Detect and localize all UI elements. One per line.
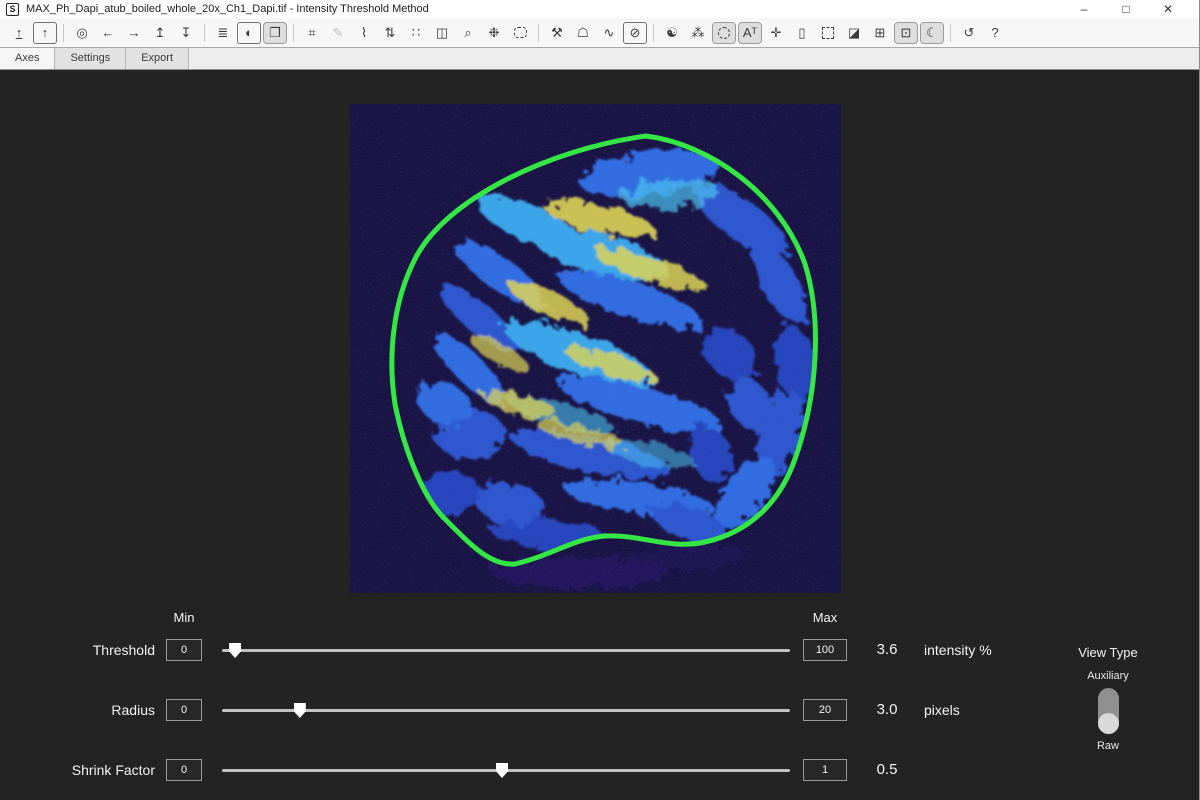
min-header: Min bbox=[166, 610, 202, 625]
pan-up-icon[interactable]: ↥ bbox=[148, 22, 172, 44]
radius-slider-track[interactable] bbox=[222, 709, 790, 712]
radius-value: 3.0 bbox=[860, 701, 914, 718]
shrink-factor-row: Shrink Factor 0 1 0.5 bbox=[0, 759, 1199, 783]
tab-axes[interactable]: Axes bbox=[0, 48, 55, 69]
image-icon[interactable]: ◪ bbox=[842, 22, 866, 44]
pencil-icon: ✎ bbox=[326, 22, 350, 44]
window-title: MAX_Ph_Dapi_atub_boiled_whole_20x_Ch1_Da… bbox=[26, 3, 1063, 15]
toolbar-separator bbox=[538, 24, 539, 42]
crop-icon[interactable]: ⌗ bbox=[300, 22, 324, 44]
view-type-toggle[interactable] bbox=[1098, 688, 1119, 734]
threshold-value: 3.6 bbox=[860, 641, 914, 658]
particles-icon[interactable]: ∷ bbox=[404, 22, 428, 44]
radius-label: Radius bbox=[20, 702, 155, 718]
shield-icon[interactable]: ☖ bbox=[571, 22, 595, 44]
minimize-button[interactable]: – bbox=[1063, 0, 1105, 18]
threshold-max-box[interactable]: 100 bbox=[803, 639, 847, 661]
paperclip-icon[interactable]: ⌇ bbox=[352, 22, 376, 44]
tab-bar: Axes Settings Export bbox=[0, 48, 1199, 70]
rect-select-icon[interactable] bbox=[816, 22, 840, 44]
shrink-factor-min-box[interactable]: 0 bbox=[166, 759, 202, 781]
view-type-auxiliary-label: Auxiliary bbox=[1048, 670, 1168, 682]
shrink-factor-max-box[interactable]: 1 bbox=[803, 759, 847, 781]
pixel-box-icon[interactable]: ⊡ bbox=[894, 22, 918, 44]
toolbar-separator bbox=[293, 24, 294, 42]
pan-right-icon[interactable]: → bbox=[122, 22, 146, 44]
toolbar-separator bbox=[950, 24, 951, 42]
ruler-icon[interactable]: ▯ bbox=[790, 22, 814, 44]
title-bar: S MAX_Ph_Dapi_atub_boiled_whole_20x_Ch1_… bbox=[0, 0, 1199, 18]
slider-handle[interactable] bbox=[496, 763, 508, 778]
tab-settings[interactable]: Settings bbox=[55, 48, 126, 69]
window-view-icon[interactable]: ❐ bbox=[263, 22, 287, 44]
toolbar-separator bbox=[63, 24, 64, 42]
night-mode-icon[interactable]: ☾ bbox=[920, 22, 944, 44]
radius-max-box[interactable]: 20 bbox=[803, 699, 847, 721]
tools-icon[interactable]: ⚒ bbox=[545, 22, 569, 44]
threshold-row: Threshold 0 100 3.6 intensity % bbox=[0, 639, 1199, 663]
tab-export[interactable]: Export bbox=[126, 48, 189, 69]
maximize-button[interactable]: □ bbox=[1105, 0, 1147, 18]
sort-arrows-icon[interactable]: ⇅ bbox=[378, 22, 402, 44]
shrink-factor-value: 0.5 bbox=[860, 761, 914, 778]
radius-row: Radius 0 20 3.0 pixels bbox=[0, 699, 1199, 723]
main-panel: Min Max Threshold 0 100 3.6 intensity % … bbox=[0, 70, 1199, 800]
toolbar-separator bbox=[204, 24, 205, 42]
max-header: Max bbox=[803, 610, 847, 625]
microscopy-image[interactable] bbox=[350, 104, 841, 593]
view-type-title: View Type bbox=[1048, 645, 1168, 660]
compass-icon[interactable]: ◎ bbox=[70, 22, 94, 44]
contrast-icon[interactable]: ◐ bbox=[237, 22, 261, 44]
close-button[interactable]: ✕ bbox=[1147, 0, 1189, 18]
histogram-bracket-icon[interactable]: ◫ bbox=[430, 22, 454, 44]
help-icon[interactable]: ? bbox=[983, 22, 1007, 44]
toolbar-separator bbox=[653, 24, 654, 42]
palette-icon[interactable]: ☯ bbox=[660, 22, 684, 44]
view-type-raw-label: Raw bbox=[1048, 740, 1168, 752]
null-box-icon[interactable]: ⊘ bbox=[623, 22, 647, 44]
app-window: S MAX_Ph_Dapi_atub_boiled_whole_20x_Ch1_… bbox=[0, 0, 1200, 800]
save-boxed-icon[interactable]: ↑ bbox=[33, 22, 57, 44]
signal-icon[interactable]: ∿ bbox=[597, 22, 621, 44]
undo-icon[interactable]: ↺ bbox=[957, 22, 981, 44]
slider-handle[interactable] bbox=[229, 643, 241, 658]
shrink-factor-label: Shrink Factor bbox=[20, 762, 155, 778]
zoom-region-icon[interactable]: ⌕ bbox=[456, 22, 480, 44]
rgb-channels-icon[interactable]: ⁂ bbox=[686, 22, 710, 44]
threshold-unit: intensity % bbox=[924, 642, 992, 658]
threshold-min-box[interactable]: 0 bbox=[166, 639, 202, 661]
pan-left-icon[interactable]: ← bbox=[96, 22, 120, 44]
threshold-slider-track[interactable] bbox=[222, 649, 790, 652]
radius-min-box[interactable]: 0 bbox=[166, 699, 202, 721]
pan-down-icon[interactable]: ↧ bbox=[174, 22, 198, 44]
threshold-label: Threshold bbox=[20, 642, 155, 658]
slider-handle[interactable] bbox=[294, 703, 306, 718]
crosshair-icon[interactable]: ✛ bbox=[764, 22, 788, 44]
view-type-toggle-knob[interactable] bbox=[1098, 713, 1119, 734]
toolbar: ↑↑ ◎←→↥↧ ≣◐❐ ⌗✎⌇⇅∷◫⌕❉ ⚒☖∿⊘ ☯⁂ Aᵀ✛▯ ◪⊞⊡☾ ↺? bbox=[0, 18, 1199, 48]
channels-edit-icon[interactable]: ❉ bbox=[482, 22, 506, 44]
radius-unit: pixels bbox=[924, 702, 960, 718]
rounded-select-icon[interactable] bbox=[508, 22, 532, 44]
view-type-section: View Type Auxiliary Raw bbox=[1048, 645, 1168, 752]
layers-icon[interactable]: ≣ bbox=[211, 22, 235, 44]
grid-icon[interactable]: ⊞ bbox=[868, 22, 892, 44]
auto-text-icon[interactable]: Aᵀ bbox=[738, 22, 762, 44]
circle-select-icon[interactable] bbox=[712, 22, 736, 44]
save-image-icon[interactable]: ↑ bbox=[7, 22, 31, 44]
app-icon: S bbox=[6, 3, 19, 16]
